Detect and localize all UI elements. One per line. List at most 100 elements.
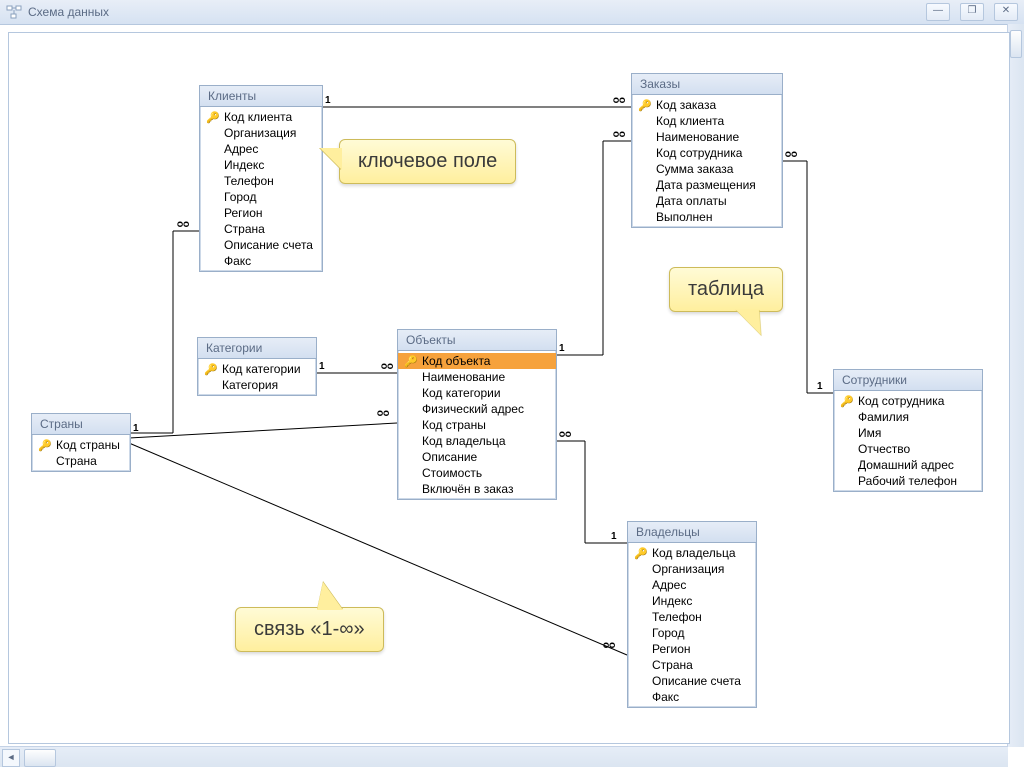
table-field[interactable]: 🔑Страна (200, 221, 322, 237)
table-field[interactable]: 🔑Код владельца (628, 545, 756, 561)
design-canvas[interactable]: 1 ᴑᴑ ᴑᴑ 1 ᴑᴑ ᴑᴑ 1 ᴑᴑ 1 ᴑᴑ 1 ᴑᴑ 1 ᴑᴑ Клие… (8, 32, 1010, 744)
minimize-button[interactable]: — (926, 3, 950, 21)
table-field[interactable]: 🔑Наименование (398, 369, 556, 385)
table-header[interactable]: Сотрудники (834, 370, 982, 391)
table-header[interactable]: Объекты (398, 330, 556, 351)
table-header[interactable]: Заказы (632, 74, 782, 95)
table-clients[interactable]: Клиенты 🔑Код клиента🔑Организация🔑Адрес🔑И… (199, 85, 323, 272)
restore-button[interactable]: ❐ (960, 3, 984, 21)
table-countries[interactable]: Страны 🔑Код страны🔑Страна (31, 413, 131, 472)
table-header[interactable]: Клиенты (200, 86, 322, 107)
table-field[interactable]: 🔑Код объекта (398, 353, 556, 369)
table-field[interactable]: 🔑Наименование (632, 129, 782, 145)
table-field[interactable]: 🔑Код владельца (398, 433, 556, 449)
hscroll-thumb[interactable] (24, 749, 56, 767)
field-name: Код владельца (652, 546, 736, 560)
table-field[interactable]: 🔑Код категории (198, 361, 316, 377)
field-icon: 🔑 (38, 455, 52, 468)
table-field[interactable]: 🔑Регион (628, 641, 756, 657)
table-owners[interactable]: Владельцы 🔑Код владельца🔑Организация🔑Адр… (627, 521, 757, 708)
table-field[interactable]: 🔑Регион (200, 205, 322, 221)
table-field[interactable]: 🔑Организация (200, 125, 322, 141)
field-icon: 🔑 (638, 163, 652, 176)
table-field[interactable]: 🔑Домашний адрес (834, 457, 982, 473)
table-field[interactable]: 🔑Рабочий телефон (834, 473, 982, 489)
table-field[interactable]: 🔑Физический адрес (398, 401, 556, 417)
table-categories[interactable]: Категории 🔑Код категории🔑Категория (197, 337, 317, 396)
table-header[interactable]: Страны (32, 414, 130, 435)
table-field[interactable]: 🔑Индекс (200, 157, 322, 173)
card-many: ᴑᴑ (381, 361, 393, 372)
table-field[interactable]: 🔑Факс (200, 253, 322, 269)
table-field[interactable]: 🔑Дата размещения (632, 177, 782, 193)
table-field[interactable]: 🔑Организация (628, 561, 756, 577)
field-name: Страна (652, 658, 693, 672)
table-rows: 🔑Код страны🔑Страна (32, 435, 130, 471)
table-orders[interactable]: Заказы 🔑Код заказа🔑Код клиента🔑Наименова… (631, 73, 783, 228)
field-name: Рабочий телефон (858, 474, 957, 488)
field-name: Физический адрес (422, 402, 524, 416)
close-button[interactable]: ✕ (994, 3, 1018, 21)
field-name: Фамилия (858, 410, 909, 424)
table-field[interactable]: 🔑Отчество (834, 441, 982, 457)
table-field[interactable]: 🔑Факс (628, 689, 756, 705)
table-field[interactable]: 🔑Имя (834, 425, 982, 441)
table-field[interactable]: 🔑Сумма заказа (632, 161, 782, 177)
table-field[interactable]: 🔑Страна (628, 657, 756, 673)
field-name: Факс (652, 690, 679, 704)
table-rows: 🔑Код объекта🔑Наименование🔑Код категории🔑… (398, 351, 556, 499)
table-field[interactable]: 🔑Код категории (398, 385, 556, 401)
table-rows: 🔑Код клиента🔑Организация🔑Адрес🔑Индекс🔑Те… (200, 107, 322, 271)
field-name: Код сотрудника (656, 146, 742, 160)
table-field[interactable]: 🔑Описание (398, 449, 556, 465)
field-icon: 🔑 (634, 563, 648, 576)
table-field[interactable]: 🔑Телефон (200, 173, 322, 189)
table-field[interactable]: 🔑 Описание счета (628, 673, 756, 689)
field-icon: 🔑 (638, 115, 652, 128)
table-field[interactable]: 🔑Город (200, 189, 322, 205)
table-field[interactable]: 🔑Код заказа (632, 97, 782, 113)
titlebar[interactable]: Схема данных — ❐ ✕ (0, 0, 1024, 25)
field-name: Адрес (652, 578, 686, 592)
table-field[interactable]: 🔑Код клиента (632, 113, 782, 129)
scroll-thumb[interactable] (1010, 30, 1022, 58)
field-icon: 🔑 (634, 643, 648, 656)
callout-key-field: ключевое поле (339, 139, 516, 184)
primary-key-icon: 🔑 (206, 111, 220, 124)
table-header[interactable]: Владельцы (628, 522, 756, 543)
table-field[interactable]: 🔑Фамилия (834, 409, 982, 425)
field-name: Описание счета (652, 674, 741, 688)
field-icon: 🔑 (404, 483, 418, 496)
card-one: 1 (319, 361, 325, 372)
table-field[interactable]: 🔑Категория (198, 377, 316, 393)
field-icon: 🔑 (634, 675, 648, 688)
table-field[interactable]: 🔑Адрес (628, 577, 756, 593)
table-field[interactable]: 🔑Код страны (398, 417, 556, 433)
table-header[interactable]: Категории (198, 338, 316, 359)
horizontal-scrollbar[interactable]: ◄ (0, 746, 1008, 767)
callout-tail (317, 582, 343, 610)
table-field[interactable]: 🔑Код страны (32, 437, 130, 453)
card-one: 1 (611, 531, 617, 542)
table-field[interactable]: 🔑Включён в заказ (398, 481, 556, 497)
table-employees[interactable]: Сотрудники 🔑Код сотрудника🔑Фамилия🔑Имя🔑О… (833, 369, 983, 492)
table-field[interactable]: 🔑Индекс (628, 593, 756, 609)
primary-key-icon: 🔑 (38, 439, 52, 452)
table-field[interactable]: 🔑Код клиента (200, 109, 322, 125)
table-field[interactable]: 🔑Описание счета (200, 237, 322, 253)
field-icon: 🔑 (634, 627, 648, 640)
table-field[interactable]: 🔑Код сотрудника (834, 393, 982, 409)
table-field[interactable]: 🔑Страна (32, 453, 130, 469)
table-field[interactable]: 🔑Город (628, 625, 756, 641)
table-field[interactable]: 🔑Адрес (200, 141, 322, 157)
table-field[interactable]: 🔑Код сотрудника (632, 145, 782, 161)
table-field[interactable]: 🔑Стоимость (398, 465, 556, 481)
table-field[interactable]: 🔑Телефон (628, 609, 756, 625)
table-field[interactable]: 🔑Выполнен (632, 209, 782, 225)
field-name: Дата оплаты (656, 194, 727, 208)
card-many: ᴑᴑ (559, 429, 571, 440)
table-objects[interactable]: Объекты 🔑Код объекта🔑Наименование🔑Код ка… (397, 329, 557, 500)
scroll-left-arrow[interactable]: ◄ (2, 749, 20, 767)
table-field[interactable]: 🔑Дата оплаты (632, 193, 782, 209)
field-icon: 🔑 (404, 467, 418, 480)
